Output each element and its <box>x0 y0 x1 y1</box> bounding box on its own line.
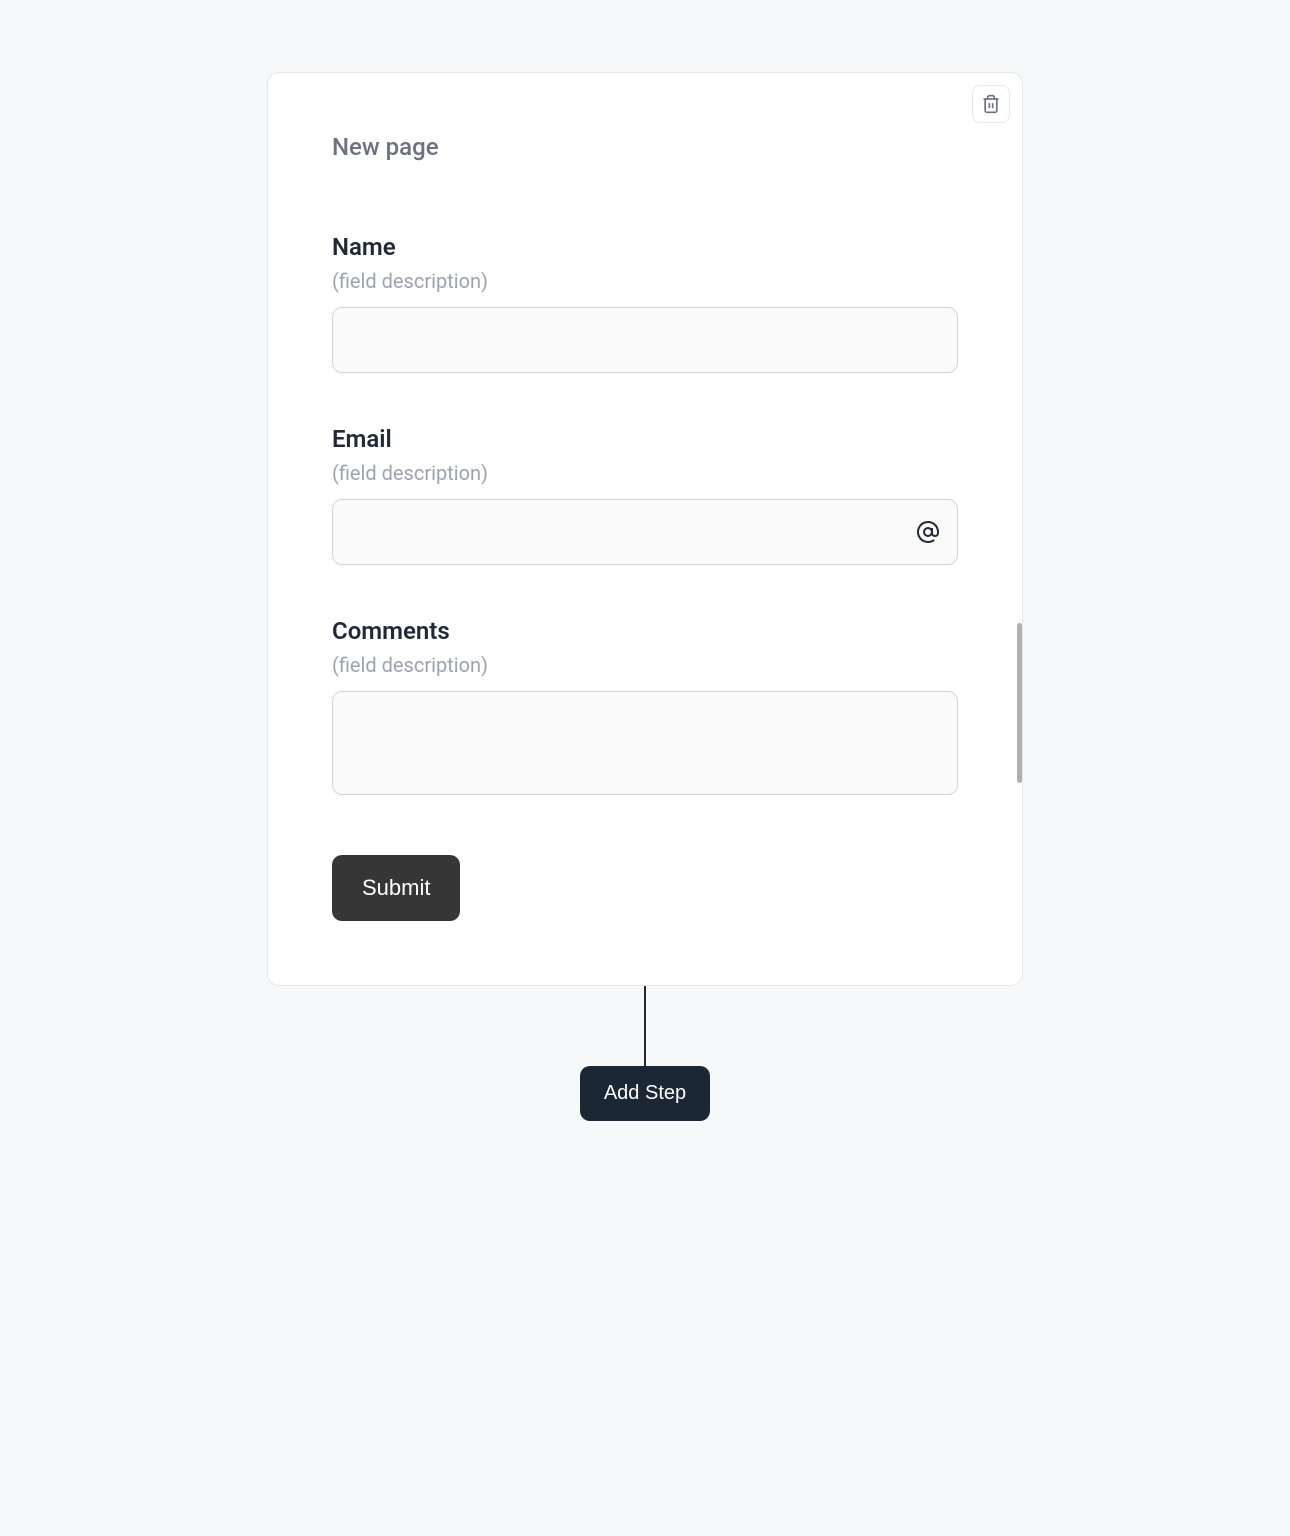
comments-field-label[interactable]: Comments <box>332 617 958 645</box>
delete-page-button[interactable] <box>972 85 1010 123</box>
page-title[interactable]: New page <box>332 133 958 161</box>
email-field-description[interactable]: (field description) <box>332 461 958 485</box>
comments-textarea[interactable] <box>332 691 958 795</box>
comments-field-description[interactable]: (field description) <box>332 653 958 677</box>
at-sign-icon <box>916 520 940 544</box>
name-field-group: Name (field description) <box>332 233 958 373</box>
email-field-group: Email (field description) <box>332 425 958 565</box>
form-page-card: New page Name (field description) Email … <box>267 72 1023 986</box>
email-field-label[interactable]: Email <box>332 425 958 453</box>
email-input-wrapper <box>332 499 958 565</box>
name-input[interactable] <box>332 307 958 373</box>
comments-field-group: Comments (field description) <box>332 617 958 799</box>
name-field-label[interactable]: Name <box>332 233 958 261</box>
submit-button[interactable]: Submit <box>332 855 460 921</box>
email-input[interactable] <box>332 499 958 565</box>
name-field-description[interactable]: (field description) <box>332 269 958 293</box>
add-step-button[interactable]: Add Step <box>580 1066 710 1121</box>
connector-line <box>644 986 646 1066</box>
trash-icon <box>981 94 1001 114</box>
scrollbar[interactable] <box>1017 623 1022 783</box>
